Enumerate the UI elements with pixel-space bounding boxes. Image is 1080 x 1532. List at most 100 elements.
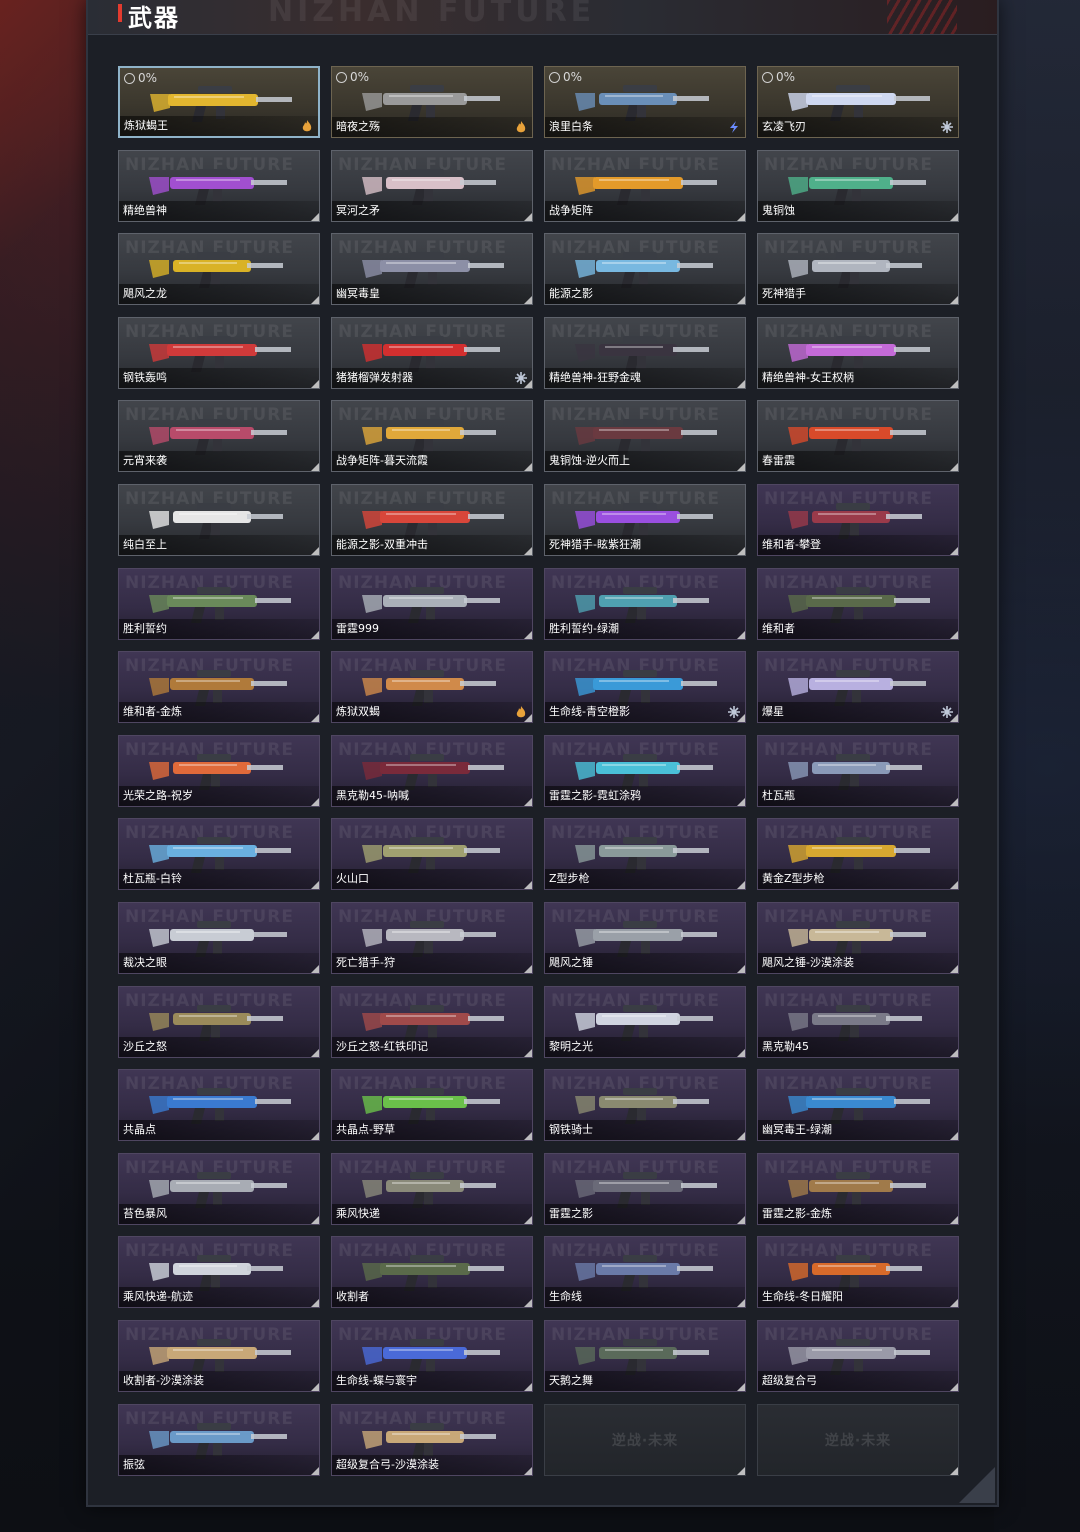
weapon-card[interactable]: NIZHAN FUTURE 死神猎手: [757, 233, 959, 306]
card-corner-decoration: [311, 463, 319, 472]
weapon-card[interactable]: NIZHAN FUTURE 飓风之龙: [118, 233, 320, 306]
weapon-card[interactable]: NIZHAN FUTURE 纯白至上: [118, 483, 320, 556]
weapon-card[interactable]: NIZHAN FUTURE 收割者: [331, 1236, 533, 1309]
weapon-card[interactable]: NIZHAN FUTURE 炼狱双蝎: [331, 651, 533, 724]
weapon-card[interactable]: 0% 炼狱蝎王: [118, 66, 320, 138]
weapon-card[interactable]: NIZHAN FUTURE 生命线-青空橙影: [544, 651, 746, 724]
weapon-card[interactable]: NIZHAN FUTURE 鬼铜蚀-逆火而上: [544, 400, 746, 473]
weapon-card[interactable]: NIZHAN FUTURE 冥河之矛: [331, 149, 533, 222]
weapon-card[interactable]: NIZHAN FUTURE 黄金Z型步枪: [757, 818, 959, 891]
weapon-card[interactable]: NIZHAN FUTURE 生命线: [544, 1236, 746, 1309]
weapon-card[interactable]: NIZHAN FUTURE 猪猪榴弹发射器: [331, 316, 533, 389]
weapon-card[interactable]: NIZHAN FUTURE 乘风快递: [331, 1152, 533, 1225]
weapon-card[interactable]: NIZHAN FUTURE 雷霆之影: [544, 1152, 746, 1225]
weapon-card[interactable]: NIZHAN FUTURE 元宵来袭: [118, 400, 320, 473]
weapon-card[interactable]: NIZHAN FUTURE 精绝兽神-狂野金魂: [544, 316, 746, 389]
card-corner-decoration: [524, 296, 532, 305]
weapon-card[interactable]: NIZHAN FUTURE 超级复合弓: [757, 1319, 959, 1392]
weapon-card[interactable]: NIZHAN FUTURE 光荣之路-祝岁: [118, 734, 320, 807]
weapon-card[interactable]: NIZHAN FUTURE 幽冥毒皇: [331, 233, 533, 306]
weapon-card[interactable]: NIZHAN FUTURE 能源之影: [544, 233, 746, 306]
weapon-card[interactable]: NIZHAN FUTURE 维和者-金炼: [118, 651, 320, 724]
weapon-card[interactable]: NIZHAN FUTURE 胜利誓约: [118, 567, 320, 640]
weapon-card[interactable]: NIZHAN FUTURE 共晶点-野草: [331, 1069, 533, 1142]
weapon-card[interactable]: NIZHAN FUTURE 飓风之锤-沙漠涂装: [757, 901, 959, 974]
weapon-name: 天鹅之舞: [545, 1370, 745, 1391]
weapon-card[interactable]: NIZHAN FUTURE 爆星: [757, 651, 959, 724]
weapon-card[interactable]: NIZHAN FUTURE 乘风快递-航迹: [118, 1236, 320, 1309]
weapon-card[interactable]: NIZHAN FUTURE 杜瓦瓶: [757, 734, 959, 807]
weapon-card[interactable]: NIZHAN FUTURE 裁决之眼: [118, 901, 320, 974]
card-corner-decoration: [737, 296, 745, 305]
weapon-card[interactable]: NIZHAN FUTURE 超级复合弓-沙漠涂装: [331, 1403, 533, 1476]
weapon-card[interactable]: NIZHAN FUTURE 收割者-沙漠涂装: [118, 1319, 320, 1392]
card-corner-decoration: [524, 1299, 532, 1308]
weapon-card[interactable]: NIZHAN FUTURE 飓风之锤: [544, 901, 746, 974]
weapon-card[interactable]: NIZHAN FUTURE 杜瓦瓶-白铃: [118, 818, 320, 891]
weapon-card[interactable]: NIZHAN FUTURE 钢铁骑士: [544, 1069, 746, 1142]
weapon-card[interactable]: NIZHAN FUTURE 死亡猎手-狩: [331, 901, 533, 974]
weapon-card[interactable]: NIZHAN FUTURE 维和者: [757, 567, 959, 640]
weapon-card[interactable]: NIZHAN FUTURE 春雷震: [757, 400, 959, 473]
weapon-card[interactable]: NIZHAN FUTURE 雷霆之影-金炼: [757, 1152, 959, 1225]
weapon-card[interactable]: NIZHAN FUTURE 沙丘之怒: [118, 985, 320, 1058]
card-corner-decoration: [524, 1215, 532, 1224]
weapon-name: 炼狱双蝎: [332, 702, 532, 723]
weapon-name: 火山口: [332, 869, 532, 890]
weapon-name: 雷霆之影-金炼: [758, 1203, 958, 1224]
weapon-name: 春雷震: [758, 451, 958, 472]
weapon-card[interactable]: NIZHAN FUTURE 共晶点: [118, 1069, 320, 1142]
weapon-card[interactable]: NIZHAN FUTURE 黑克勒45-呐喊: [331, 734, 533, 807]
weapon-card[interactable]: NIZHAN FUTURE 能源之影-双重冲击: [331, 483, 533, 556]
card-corner-decoration: [311, 1466, 319, 1475]
progress-circle-icon: [124, 72, 135, 84]
weapon-name: 暗夜之殇: [332, 117, 532, 137]
weapon-card[interactable]: NIZHAN FUTURE 精绝兽神-女王权柄: [757, 316, 959, 389]
empty-weapon-slot[interactable]: 逆战·未来: [544, 1403, 746, 1476]
weapon-card[interactable]: NIZHAN FUTURE 战争矩阵-暮天流霞: [331, 400, 533, 473]
weapon-card[interactable]: NIZHAN FUTURE 钢铁轰鸣: [118, 316, 320, 389]
weapon-card[interactable]: NIZHAN FUTURE 精绝兽神: [118, 149, 320, 222]
weapon-name: 黑克勒45-呐喊: [332, 785, 532, 806]
card-corner-decoration: [524, 1132, 532, 1141]
weapon-card[interactable]: NIZHAN FUTURE 振弦: [118, 1403, 320, 1476]
weapon-card[interactable]: 0% 浪里白条: [544, 66, 746, 138]
card-corner-decoration: [311, 881, 319, 890]
weapon-card[interactable]: 0% 暗夜之殇: [331, 66, 533, 138]
weapon-card[interactable]: NIZHAN FUTURE 战争矩阵: [544, 149, 746, 222]
weapon-name: 生命线-冬日耀阳: [758, 1287, 958, 1308]
weapon-card[interactable]: NIZHAN FUTURE 黑克勒45: [757, 985, 959, 1058]
weapon-card[interactable]: NIZHAN FUTURE 雷霆之影-霓虹涂鸦: [544, 734, 746, 807]
weapon-name: 能源之影-双重冲击: [332, 534, 532, 555]
weapon-card[interactable]: NIZHAN FUTURE 生命线-蝶与寰宇: [331, 1319, 533, 1392]
card-corner-decoration: [311, 797, 319, 806]
card-corner-decoration: [524, 630, 532, 639]
weapon-card[interactable]: NIZHAN FUTURE 天鹅之舞: [544, 1319, 746, 1392]
weapon-card[interactable]: NIZHAN FUTURE 幽冥毒王-绿潮: [757, 1069, 959, 1142]
weapon-card[interactable]: NIZHAN FUTURE 雷霆999: [331, 567, 533, 640]
card-corner-decoration: [737, 1132, 745, 1141]
weapon-name: 胜利誓约: [119, 618, 319, 639]
weapon-card[interactable]: NIZHAN FUTURE 死神猎手-眩紫狂潮: [544, 483, 746, 556]
card-corner-decoration: [737, 1215, 745, 1224]
card-corner-decoration: [737, 212, 745, 221]
weapon-card[interactable]: NIZHAN FUTURE 火山口: [331, 818, 533, 891]
weapon-card[interactable]: NIZHAN FUTURE Z型步枪: [544, 818, 746, 891]
weapon-card[interactable]: NIZHAN FUTURE 苔色暴风: [118, 1152, 320, 1225]
weapon-name: 收割者-沙漠涂装: [119, 1370, 319, 1391]
weapon-card[interactable]: NIZHAN FUTURE 生命线-冬日耀阳: [757, 1236, 959, 1309]
panel-corner-decoration: [959, 1467, 995, 1503]
fire-icon: [302, 120, 312, 132]
empty-weapon-slot[interactable]: 逆战·未来: [757, 1403, 959, 1476]
card-corner-decoration: [737, 881, 745, 890]
weapon-name: 冥河之矛: [332, 200, 532, 221]
weapon-name: 死神猎手: [758, 284, 958, 305]
weapon-card[interactable]: NIZHAN FUTURE 胜利誓约-绿潮: [544, 567, 746, 640]
card-corner-decoration: [737, 797, 745, 806]
weapon-card[interactable]: 0% 玄凌飞刃: [757, 66, 959, 138]
weapon-card[interactable]: NIZHAN FUTURE 黎明之光: [544, 985, 746, 1058]
card-corner-decoration: [524, 379, 532, 388]
weapon-card[interactable]: NIZHAN FUTURE 沙丘之怒-红铁印记: [331, 985, 533, 1058]
weapon-card[interactable]: NIZHAN FUTURE 鬼铜蚀: [757, 149, 959, 222]
weapon-card[interactable]: NIZHAN FUTURE 维和者-攀登: [757, 483, 959, 556]
